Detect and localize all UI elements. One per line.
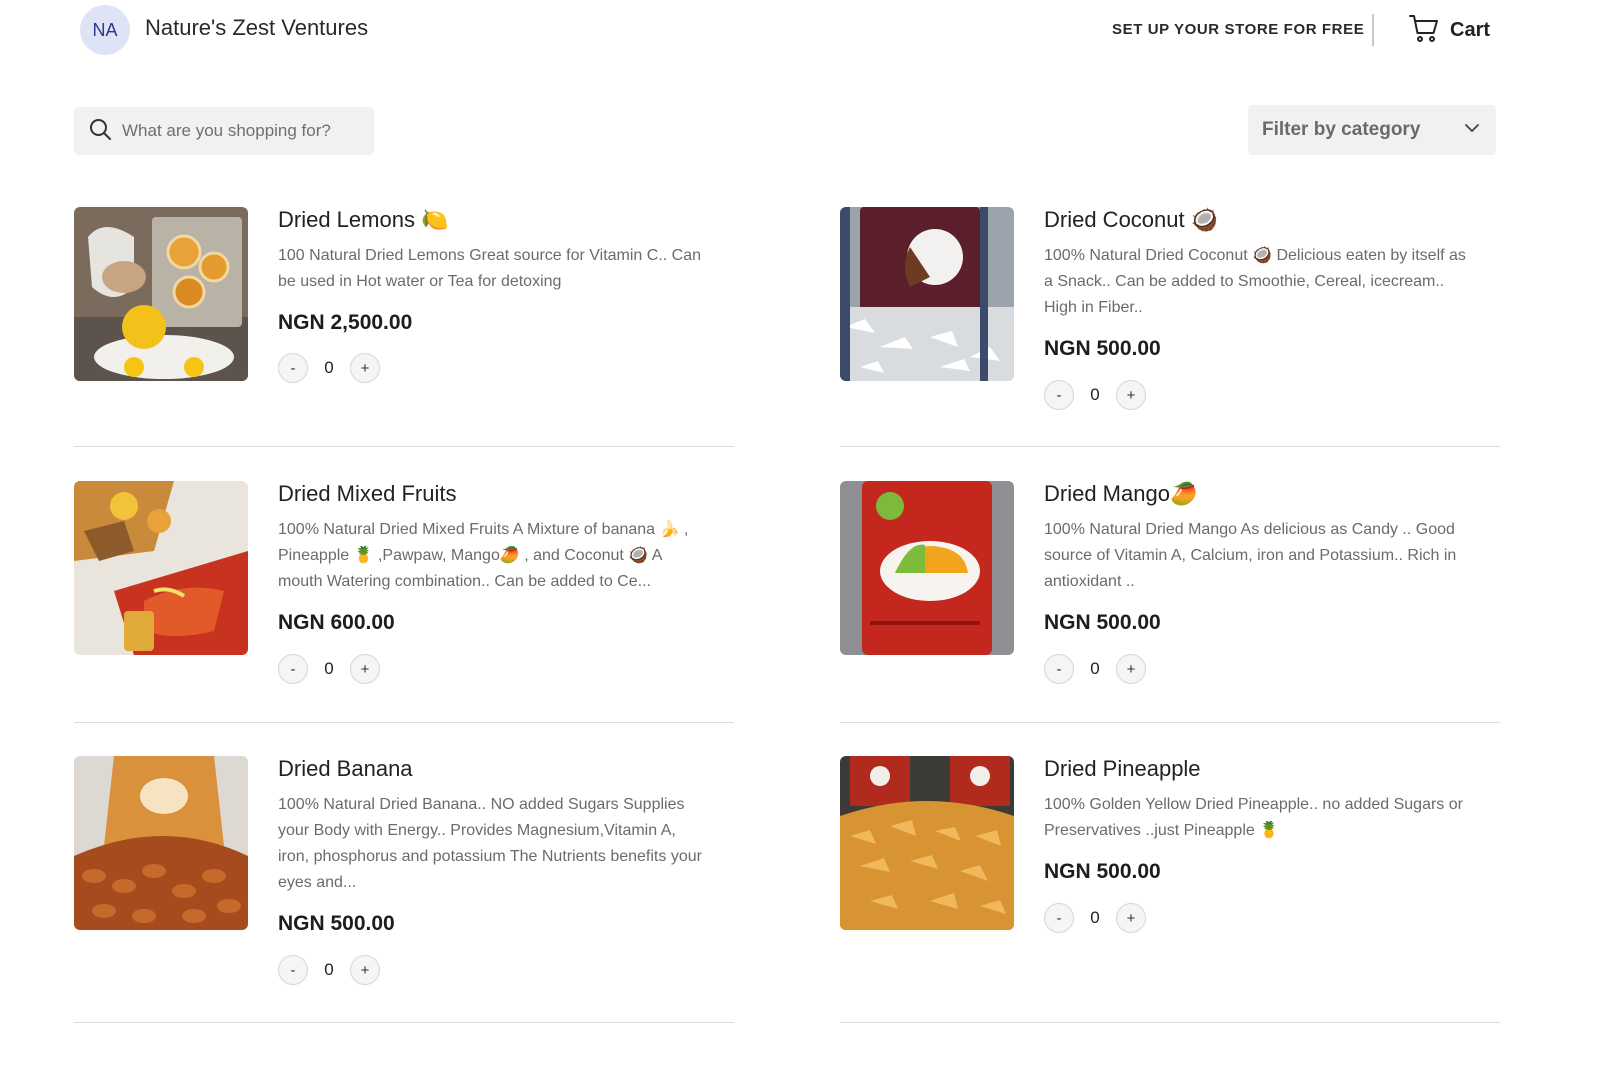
product-name[interactable]: Dried Banana xyxy=(278,756,413,782)
cart-label: Cart xyxy=(1450,19,1491,41)
product-card[interactable]: Dried Mixed Fruits 100% Natural Dried Mi… xyxy=(74,481,734,684)
product-description: 100% Golden Yellow Dried Pineapple.. no … xyxy=(1044,796,1463,839)
quantity-stepper: - 0 + xyxy=(278,352,380,384)
product-image[interactable] xyxy=(74,756,248,930)
header-divider xyxy=(1372,14,1374,46)
quantity-value: 0 xyxy=(324,960,334,979)
quantity-value: 0 xyxy=(324,659,334,678)
store-header: NA Nature's Zest Ventures SET UP YOUR ST… xyxy=(0,0,1600,62)
product-name[interactable]: Dried Mixed Fruits xyxy=(278,481,456,507)
decrease-quantity-button[interactable]: - xyxy=(278,955,308,985)
increase-quantity-button[interactable]: + xyxy=(1116,380,1146,410)
product-price: NGN 2,500.00 xyxy=(278,311,413,334)
category-filter-select[interactable]: Filter by category xyxy=(1248,105,1496,155)
decrease-quantity-button[interactable]: - xyxy=(1044,380,1074,410)
decrease-quantity-button[interactable]: - xyxy=(1044,903,1074,933)
product-price: NGN 600.00 xyxy=(278,611,395,634)
decrease-quantity-button[interactable]: - xyxy=(1044,654,1074,684)
product-price: NGN 500.00 xyxy=(278,912,395,935)
quantity-value: 0 xyxy=(324,358,334,377)
product-description: 100% Natural Dried Mango As delicious as… xyxy=(1044,521,1457,590)
increase-quantity-button[interactable]: + xyxy=(350,353,380,383)
product-card[interactable]: Dried Pineapple 100% Golden Yellow Dried… xyxy=(840,756,1500,956)
search-bar[interactable] xyxy=(74,107,374,155)
product-image[interactable] xyxy=(74,207,248,381)
product-name[interactable]: Dried Lemons 🍋 xyxy=(278,207,448,233)
store-avatar[interactable]: NA xyxy=(80,5,130,55)
product-card[interactable]: Dried Banana 100% Natural Dried Banana..… xyxy=(74,756,734,996)
product-divider xyxy=(74,722,734,723)
product-name[interactable]: Dried Pineapple xyxy=(1044,756,1201,782)
product-card[interactable]: Dried Mango🥭 100% Natural Dried Mango As… xyxy=(840,481,1500,684)
product-card[interactable]: Dried Lemons 🍋 100 Natural Dried Lemons … xyxy=(74,207,734,407)
store-name[interactable]: Nature's Zest Ventures xyxy=(145,15,368,41)
quantity-stepper: - 0 + xyxy=(1044,379,1146,411)
quantity-stepper: - 0 + xyxy=(278,653,380,685)
decrease-quantity-button[interactable]: - xyxy=(278,353,308,383)
product-description: 100% Natural Dried Coconut 🥥 Delicious e… xyxy=(1044,247,1466,316)
product-price: NGN 500.00 xyxy=(1044,337,1161,360)
product-divider xyxy=(840,722,1500,723)
product-price: NGN 500.00 xyxy=(1044,611,1161,634)
product-description: 100% Natural Dried Mixed Fruits A Mixtur… xyxy=(278,521,689,590)
product-description: 100 Natural Dried Lemons Great source fo… xyxy=(278,247,702,290)
quantity-stepper: - 0 + xyxy=(1044,653,1146,685)
category-filter-label: Filter by category xyxy=(1262,119,1421,140)
product-image[interactable] xyxy=(840,756,1014,930)
product-image[interactable] xyxy=(840,207,1014,381)
product-card[interactable]: Dried Coconut 🥥 100% Natural Dried Cocon… xyxy=(840,207,1500,427)
quantity-value: 0 xyxy=(1090,908,1100,927)
product-divider xyxy=(840,446,1500,447)
product-divider xyxy=(74,1022,734,1023)
cart-button[interactable]: Cart xyxy=(1408,12,1490,49)
product-image[interactable] xyxy=(74,481,248,655)
product-name[interactable]: Dried Coconut 🥥 xyxy=(1044,207,1218,233)
increase-quantity-button[interactable]: + xyxy=(1116,903,1146,933)
search-input[interactable] xyxy=(120,120,364,142)
product-description: 100% Natural Dried Banana.. NO added Sug… xyxy=(278,796,702,891)
increase-quantity-button[interactable]: + xyxy=(350,654,380,684)
product-name[interactable]: Dried Mango🥭 xyxy=(1044,481,1197,507)
quantity-stepper: - 0 + xyxy=(278,954,380,986)
search-icon xyxy=(74,117,112,146)
increase-quantity-button[interactable]: + xyxy=(1116,654,1146,684)
chevron-down-icon xyxy=(1462,118,1496,143)
increase-quantity-button[interactable]: + xyxy=(350,955,380,985)
cart-icon xyxy=(1408,12,1440,49)
product-price: NGN 500.00 xyxy=(1044,860,1161,883)
setup-store-link[interactable]: SET UP YOUR STORE FOR FREE xyxy=(1112,21,1364,38)
product-divider xyxy=(74,446,734,447)
product-image[interactable] xyxy=(840,481,1014,655)
quantity-stepper: - 0 + xyxy=(1044,902,1146,934)
quantity-value: 0 xyxy=(1090,385,1100,404)
product-divider xyxy=(840,1022,1500,1023)
decrease-quantity-button[interactable]: - xyxy=(278,654,308,684)
quantity-value: 0 xyxy=(1090,659,1100,678)
